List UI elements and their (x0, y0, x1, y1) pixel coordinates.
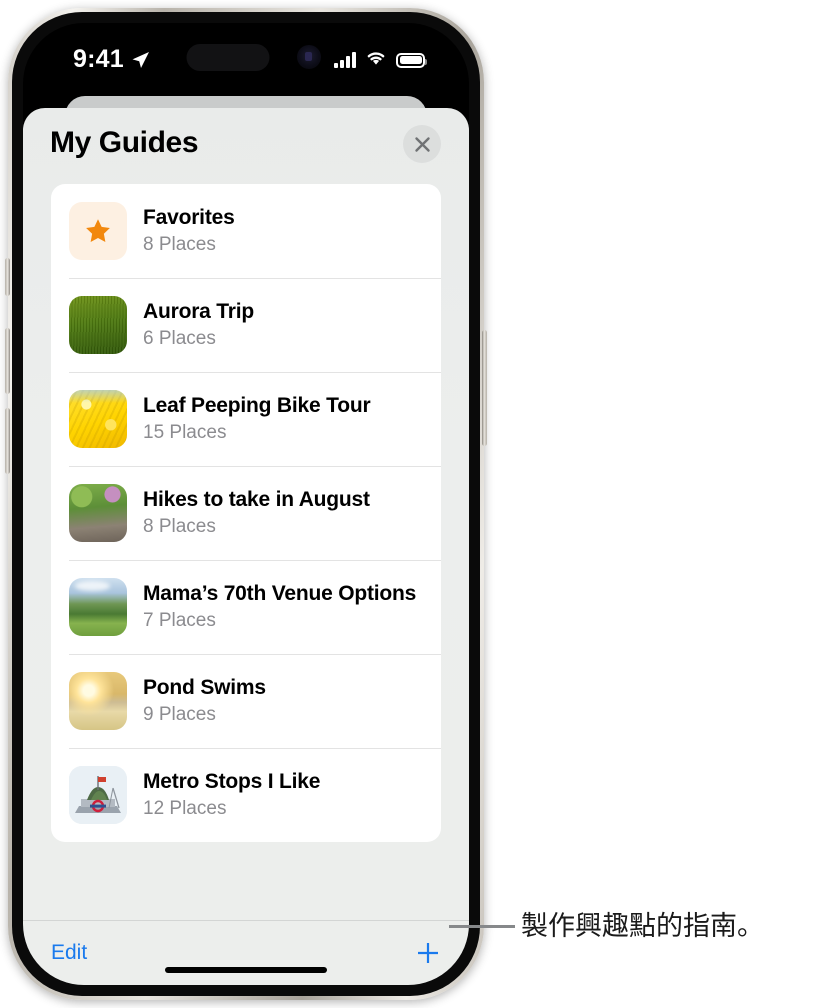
status-time: 9:41 (73, 45, 124, 73)
guide-places-count: 8 Places (143, 233, 216, 255)
grass-photo-thumbnail (69, 296, 127, 354)
callout-label: 製作興趣點的指南。 (521, 911, 764, 942)
star-icon (69, 202, 127, 260)
list-item-text: Leaf Peeping Bike Tour 15 Places (143, 393, 371, 446)
guide-places-count: 6 Places (143, 327, 216, 349)
list-item[interactable]: Pond Swims 9 Places (51, 654, 441, 748)
bottom-toolbar: Edit (23, 920, 469, 985)
yellow-leaves-photo-thumbnail (69, 390, 127, 448)
guide-places-count: 8 Places (143, 515, 216, 537)
list-item[interactable]: Hikes to take in August 8 Places (51, 466, 441, 560)
close-icon (414, 136, 430, 152)
guide-title: Aurora Trip (143, 299, 254, 323)
list-item[interactable]: Favorites 8 Places (51, 184, 441, 278)
status-icons (334, 49, 427, 71)
battery-icon (396, 52, 427, 68)
cellular-signal-icon (334, 52, 356, 68)
iphone-device: 9:41 My Guides Favorites 8 Places Aurora… (5, 8, 487, 1000)
guide-title: Favorites (143, 205, 235, 229)
guide-title: Pond Swims (143, 675, 266, 699)
wifi-icon (365, 49, 387, 71)
guide-places-count: 9 Places (143, 703, 216, 725)
action-button[interactable] (5, 258, 10, 296)
power-button[interactable] (482, 330, 487, 446)
sunset-pond-photo-thumbnail (69, 672, 127, 730)
list-item-text: Hikes to take in August 8 Places (143, 487, 370, 540)
volume-up-button[interactable] (5, 328, 10, 394)
meadow-photo-thumbnail (69, 578, 127, 636)
forest-trail-photo-thumbnail (69, 484, 127, 542)
front-camera-icon (297, 45, 321, 69)
guide-title: Hikes to take in August (143, 487, 370, 511)
close-button[interactable] (403, 125, 441, 163)
guide-title: Metro Stops I Like (143, 769, 321, 793)
add-guide-button[interactable] (413, 938, 443, 968)
home-indicator[interactable] (165, 967, 327, 973)
sheet-empty-space (23, 842, 469, 920)
page-title: My Guides (50, 126, 199, 159)
list-item-text: Mama’s 70th Venue Options 7 Places (143, 581, 416, 634)
volume-down-button[interactable] (5, 408, 10, 474)
plus-icon (418, 943, 438, 963)
list-item-text: Aurora Trip 6 Places (143, 299, 254, 352)
device-bezel: 9:41 My Guides Favorites 8 Places Aurora… (12, 12, 480, 996)
list-item-text: Metro Stops I Like 12 Places (143, 769, 320, 822)
list-item-text: Pond Swims 9 Places (143, 675, 266, 728)
guide-title: Mama’s 70th Venue Options (143, 581, 417, 605)
guide-title: Leaf Peeping Bike Tour (143, 393, 371, 417)
location-arrow-icon (129, 49, 151, 76)
list-item[interactable]: Mama’s 70th Venue Options 7 Places (51, 560, 441, 654)
list-item[interactable]: Leaf Peeping Bike Tour 15 Places (51, 372, 441, 466)
guide-places-count: 15 Places (143, 421, 227, 443)
my-guides-sheet: My Guides Favorites 8 Places Aurora Trip… (23, 108, 469, 985)
list-item[interactable]: Metro Stops I Like 12 Places (51, 748, 441, 842)
guide-places-count: 7 Places (143, 609, 216, 631)
list-item-text: Favorites 8 Places (143, 205, 235, 258)
guides-list: Favorites 8 Places Aurora Trip 6 Places (51, 184, 441, 842)
list-item[interactable]: Aurora Trip 6 Places (51, 278, 441, 372)
edit-button[interactable]: Edit (51, 941, 87, 965)
metro-station-photo-thumbnail (69, 766, 127, 824)
callout-leader-line (449, 925, 515, 928)
phone-screen: 9:41 My Guides Favorites 8 Places Aurora… (23, 23, 469, 985)
guide-places-count: 12 Places (143, 797, 227, 819)
dynamic-island (186, 44, 270, 71)
sheet-header: My Guides (23, 108, 469, 184)
